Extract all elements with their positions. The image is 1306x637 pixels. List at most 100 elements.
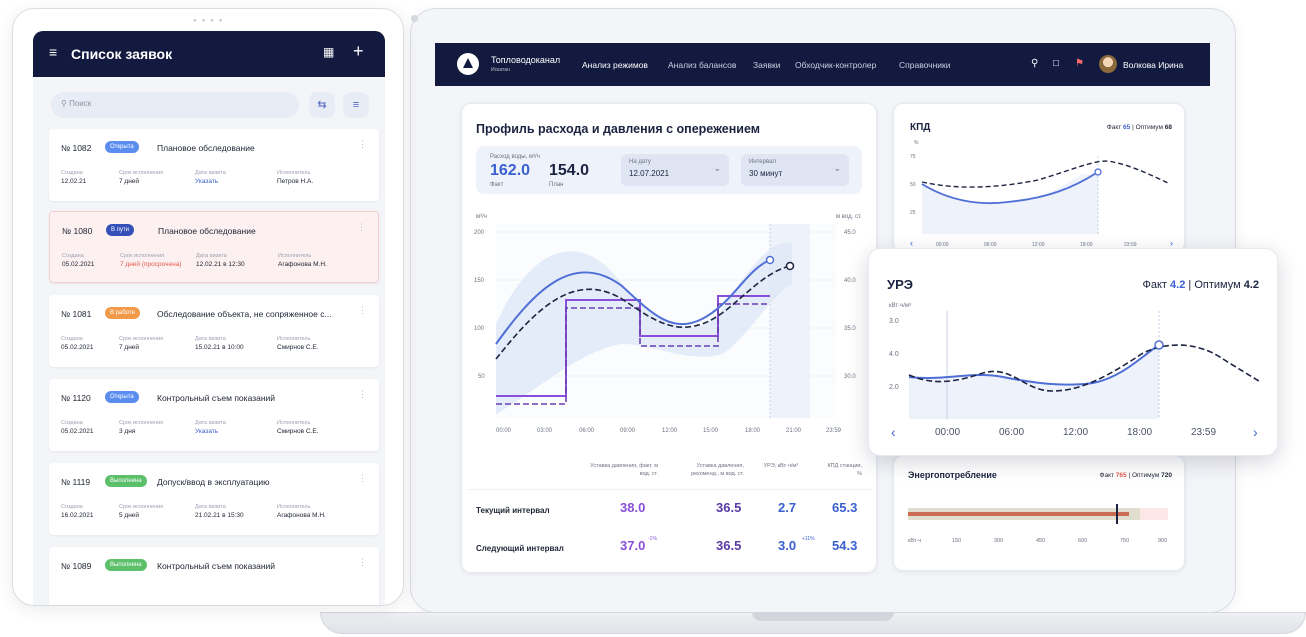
kpd-summary: Факт 65 | Оптимум 68 — [1106, 124, 1172, 131]
interval-select[interactable]: Интервал 30 минут ⌄ — [741, 154, 849, 186]
more-icon[interactable]: ⋮ — [358, 557, 367, 568]
request-field: Исполнитель Агафонова М.Н. — [277, 503, 326, 520]
status-badge: Открыта — [105, 391, 139, 403]
request-title: Допуск/ввод в эксплуатацию — [157, 477, 270, 487]
nav-item-references[interactable]: Справочники — [899, 60, 951, 70]
y-left-tick: 200 — [474, 230, 485, 236]
date-select-value: 12.07.2021 — [629, 169, 670, 178]
row-value: 65.3 — [832, 500, 858, 515]
chevron-down-icon: ⌄ — [713, 163, 721, 173]
list-item[interactable]: № 1082 Открыта Плановое обследование ⋮ Созда… — [49, 129, 379, 201]
energy-fact-value: 765 — [1115, 472, 1127, 479]
y-left-tick: 50 — [478, 374, 485, 380]
chevron-right-icon[interactable]: › — [1253, 424, 1258, 440]
request-number: № 1082 — [61, 143, 92, 153]
list-item[interactable]: № 1081 В работе Обследование объекта, не с… — [49, 295, 379, 367]
nav-item-balances[interactable]: Анализ балансов — [668, 60, 736, 70]
chevron-right-icon[interactable]: › — [1170, 238, 1173, 248]
x-tick: 00:00 — [496, 428, 512, 434]
plan-label: План — [549, 182, 564, 188]
energy-scale: кВт·ч 150 300 450 600 750 900 — [908, 538, 1170, 544]
request-field: Дата визита 12.02.21 в 12:30 — [196, 252, 245, 269]
x-tick: 03:00 — [537, 428, 553, 434]
avatar[interactable] — [1099, 55, 1117, 73]
list-item[interactable]: № 1089 Выполнена Контрольный съем показани… — [49, 547, 379, 605]
add-icon[interactable]: + — [353, 41, 364, 62]
user-name[interactable]: Волкова Ирина — [1123, 60, 1183, 70]
ure-card: УРЭ Факт 4.2 | Оптимум 4.2 кВт·ч/м³ 3.0 … — [868, 248, 1278, 456]
request-title: Плановое обследование — [158, 226, 256, 236]
filter-icon[interactable]: ⇆ — [309, 92, 335, 118]
field-value: 12.02.21 — [61, 178, 87, 185]
nav-item-regimes[interactable]: Анализ режимов — [582, 60, 648, 70]
date-select[interactable]: На дату 12.07.2021 ⌄ — [621, 154, 729, 186]
menu-icon[interactable]: ≡ — [49, 44, 57, 60]
more-icon[interactable]: ⋮ — [357, 222, 366, 233]
field-value[interactable]: Указать — [195, 427, 226, 436]
document-icon[interactable]: □ — [1053, 58, 1059, 69]
list-item[interactable]: № 1119 Выполнена Допуск/ввод в эксплуатаци… — [49, 463, 379, 535]
more-icon[interactable]: ⋮ — [358, 139, 367, 150]
document-icon[interactable]: ▦ — [323, 45, 334, 59]
request-number: № 1080 — [62, 226, 93, 236]
field-label: Создана — [61, 170, 83, 176]
field-label: Срок исполнения — [119, 336, 164, 342]
request-field: Создана 05.02.2021 — [62, 252, 95, 269]
kpd-opt-label: Оптимум — [1135, 124, 1163, 131]
ure-opt-value: 4.2 — [1243, 279, 1259, 291]
notification-icon[interactable]: ⚑ — [1075, 58, 1084, 69]
more-icon[interactable]: ⋮ — [358, 305, 367, 316]
field-label: Срок исполнения — [120, 253, 165, 259]
y-left-tick: 150 — [474, 278, 485, 284]
field-label: Дата визита — [196, 253, 227, 259]
search-input[interactable]: ⚲ Поиск — [51, 92, 299, 118]
logo-icon — [457, 53, 479, 75]
chevron-left-icon[interactable]: ‹ — [891, 424, 896, 440]
field-value: Агафонова М.Н. — [278, 261, 327, 268]
field-value: Петров Н.А. — [277, 178, 314, 185]
fact-label: Факт — [490, 182, 504, 188]
request-field: Дата визита 15.02.21 в 10:00 — [195, 335, 244, 352]
energy-card: Энергопотребление Факт 765 | Оптимум 720… — [893, 455, 1185, 571]
status-badge: В работе — [105, 307, 141, 319]
ure-x-tick: 12:00 — [1063, 427, 1088, 438]
x-tick: 06:00 — [579, 428, 595, 434]
ure-x-tick: 23:59 — [1191, 427, 1216, 438]
field-value: 3 дня — [119, 428, 136, 435]
list-item[interactable]: № 1120 Открыта Контрольный съем показаний ⋮… — [49, 379, 379, 451]
profile-controls: Расход воды, м³/ч 162.0 Факт 154.0 План … — [476, 146, 862, 194]
kpd-y-tick: 75 — [910, 154, 916, 160]
request-field: Дата визита Указать — [195, 419, 226, 436]
chevron-left-icon[interactable]: ‹ — [910, 238, 913, 248]
row-value: 36.5 — [716, 538, 742, 553]
sort-icon[interactable]: ≡ — [343, 92, 369, 118]
field-label: Создана — [62, 253, 84, 259]
list-item[interactable]: № 1080 В пути Плановое обследование ⋮ Создан… — [49, 211, 379, 283]
ure-title: УРЭ — [887, 277, 914, 292]
more-icon[interactable]: ⋮ — [358, 389, 367, 400]
status-badge: В пути — [106, 224, 135, 236]
row-label-next: Следующий интервал — [476, 544, 564, 553]
energy-tick: 150 — [952, 538, 962, 544]
ure-y-tick: 4.0 — [889, 351, 899, 358]
field-value: 05.02.2021 — [61, 344, 94, 351]
request-field: Срок исполнения 7 дней — [119, 169, 163, 186]
right-axis-unit: м вод. ст. — [836, 214, 862, 220]
y-right-tick: 45.0 — [844, 230, 856, 236]
flow-fact-point — [765, 255, 775, 265]
search-icon[interactable]: ⚲ — [1031, 58, 1038, 69]
nav-item-inspector[interactable]: Обходчик-контролер — [795, 60, 876, 70]
kpd-point — [1094, 168, 1102, 176]
field-label: Исполнитель — [277, 504, 311, 510]
kpd-y-tick: 50 — [910, 182, 916, 188]
request-field: Исполнитель Петров Н.А. — [277, 169, 313, 186]
ure-opt-label: Оптимум — [1194, 279, 1241, 291]
field-value[interactable]: Указать — [195, 177, 226, 186]
field-value: 16.02.2021 — [61, 512, 94, 519]
x-tick: 15:00 — [703, 428, 719, 434]
energy-tick: 450 — [1036, 538, 1046, 544]
request-field: Создана 12.02.21 — [61, 169, 86, 186]
field-value: 7 дней — [119, 344, 140, 351]
more-icon[interactable]: ⋮ — [358, 473, 367, 484]
nav-item-requests[interactable]: Заявки — [753, 60, 780, 70]
